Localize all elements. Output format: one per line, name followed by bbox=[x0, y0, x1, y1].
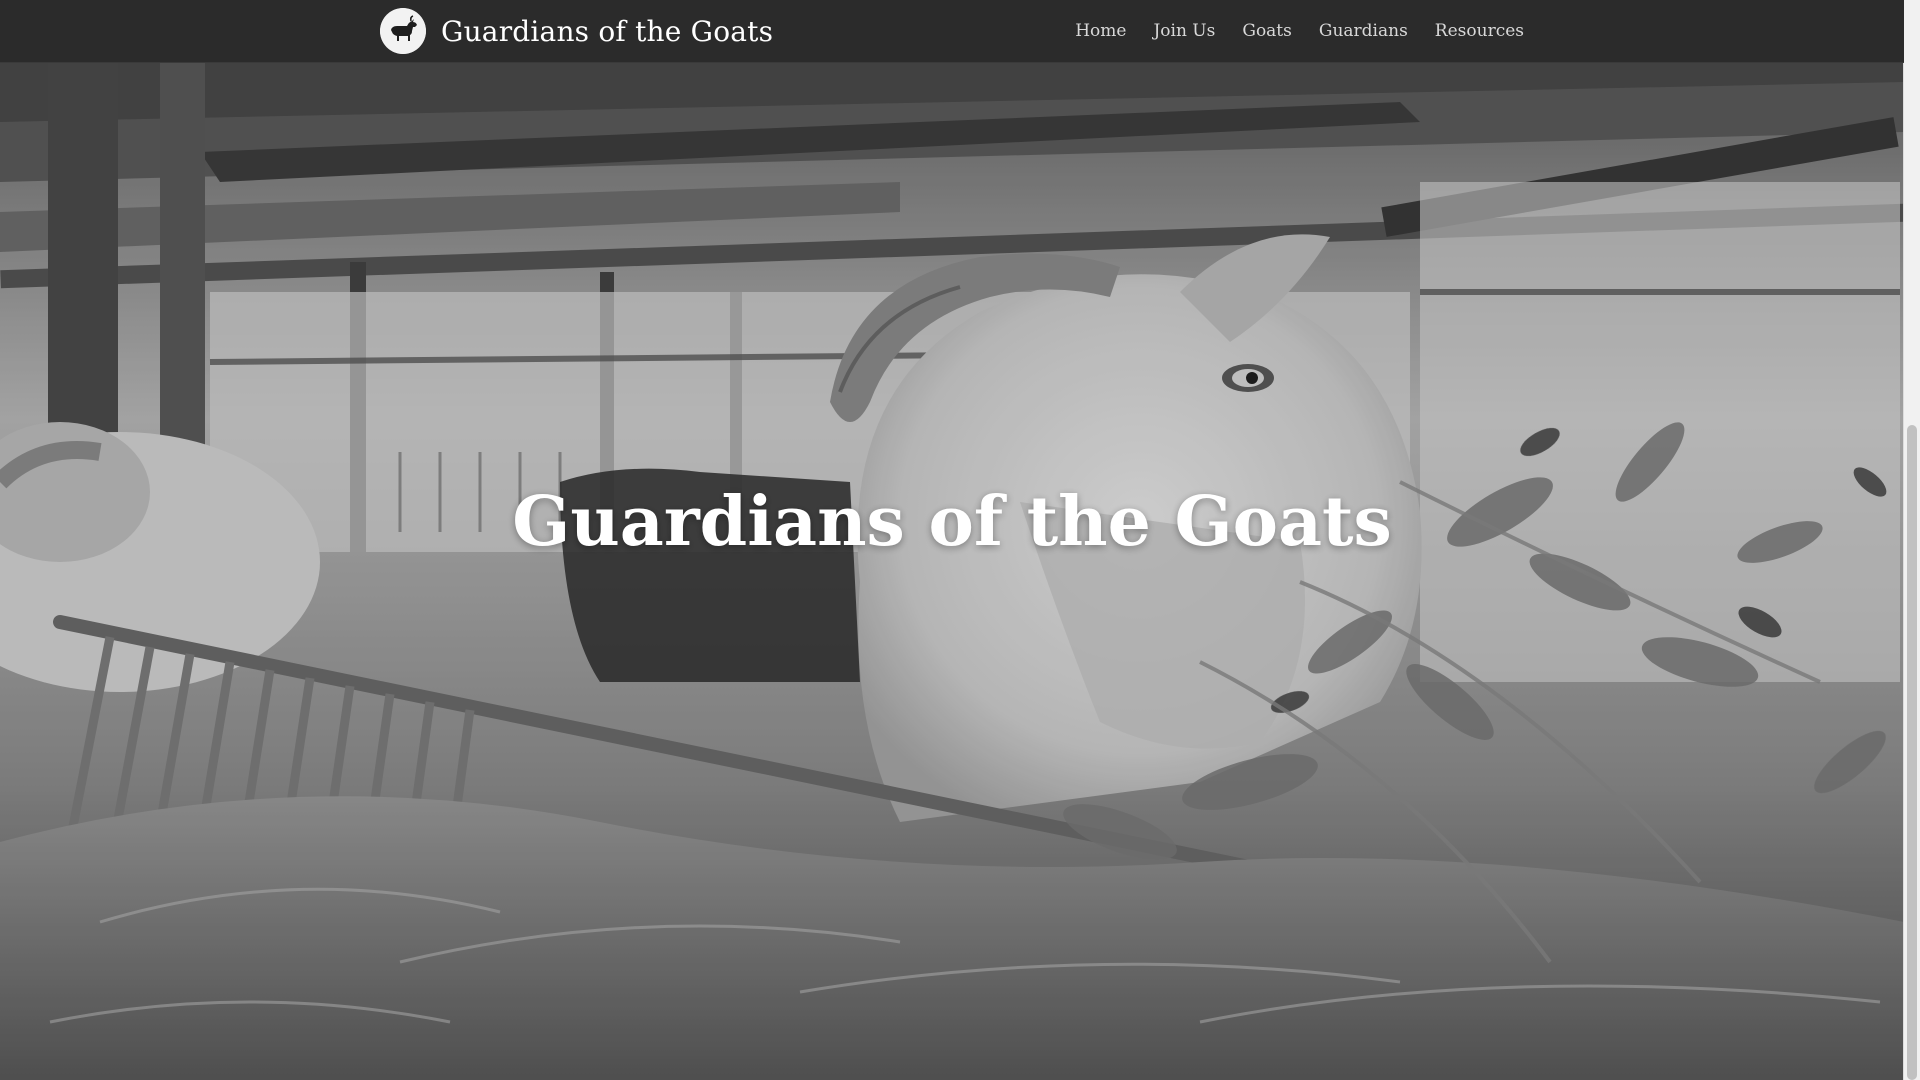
hero-section: Guardians of the Goats bbox=[0, 62, 1904, 1080]
brand-link[interactable]: Guardians of the Goats bbox=[380, 8, 773, 54]
top-navbar: Guardians of the Goats Home Join Us Goat… bbox=[0, 0, 1904, 63]
page-scrollbar[interactable] bbox=[1903, 0, 1920, 1080]
hero-background-photo bbox=[0, 62, 1904, 1080]
goat-logo-icon bbox=[380, 8, 426, 54]
site-title: Guardians of the Goats bbox=[441, 14, 774, 48]
nav-link-home[interactable]: Home bbox=[1075, 21, 1126, 41]
nav-item-join-us: Join Us bbox=[1153, 21, 1215, 41]
hero-heading: Guardians of the Goats bbox=[512, 482, 1392, 562]
nav-item-home: Home bbox=[1075, 21, 1126, 41]
nav-link-guardians[interactable]: Guardians bbox=[1319, 21, 1408, 41]
scrollbar-thumb[interactable] bbox=[1907, 425, 1917, 1080]
nav-item-goats: Goats bbox=[1242, 21, 1292, 41]
nav-link-resources[interactable]: Resources bbox=[1435, 21, 1524, 41]
main-nav: Home Join Us Goats Guardians Resources bbox=[1048, 0, 1524, 62]
nav-item-resources: Resources bbox=[1435, 21, 1524, 41]
nav-link-goats[interactable]: Goats bbox=[1242, 21, 1292, 41]
nav-link-join-us[interactable]: Join Us bbox=[1153, 21, 1215, 41]
page: Guardians of the Goats Home Join Us Goat… bbox=[0, 0, 1920, 1080]
nav-item-guardians: Guardians bbox=[1319, 21, 1408, 41]
